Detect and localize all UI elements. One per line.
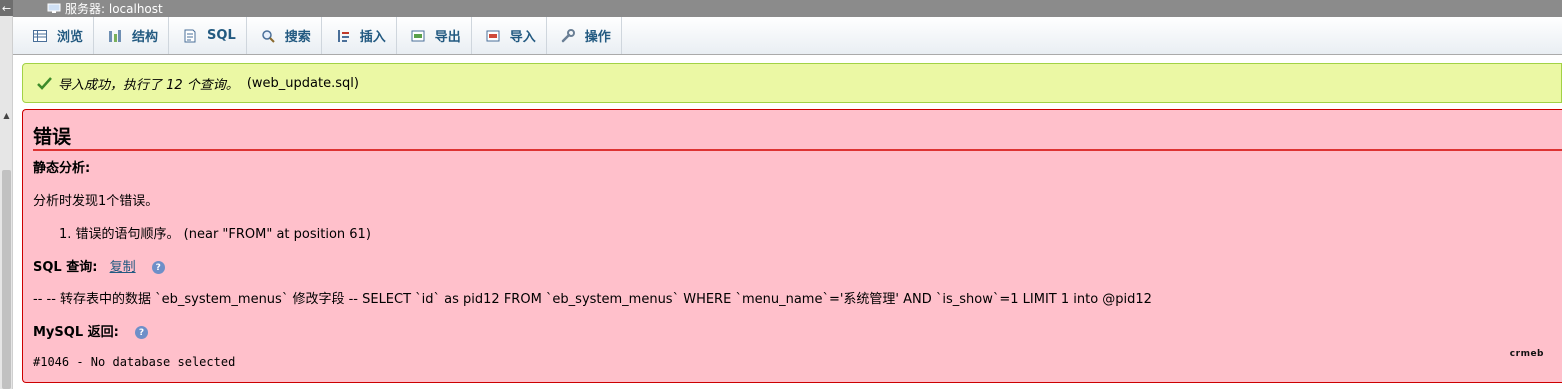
help-icon[interactable]: ? [134, 326, 148, 339]
static-analysis-heading: 静态分析: [33, 161, 91, 176]
tab-browse-label: 浏览 [57, 30, 84, 45]
tab-import[interactable]: 导入 [472, 17, 547, 54]
sql-query-label: SQL 查询: [33, 260, 98, 275]
success-file: (web_update.sql) [246, 75, 359, 91]
tab-search-label: 搜索 [284, 30, 311, 45]
structure-icon [106, 27, 124, 45]
tab-insert-label: 插入 [359, 30, 386, 45]
tab-export[interactable]: 导出 [397, 17, 472, 54]
left-scrollbar[interactable]: ← ▲ [0, 0, 13, 389]
wrench-icon [559, 27, 577, 45]
tab-structure[interactable]: 结构 [94, 17, 170, 54]
tab-browse[interactable]: 浏览 [19, 17, 95, 54]
sql-query-text: -- -- 转存表中的数据 `eb_system_menus` 修改字段 -- … [33, 292, 1152, 307]
error-panel: 错误 静态分析: 分析时发现1个错误。 1. 错误的语句顺序。 (near "F… [22, 109, 1562, 383]
tab-operations[interactable]: 操作 [547, 17, 622, 54]
tab-insert[interactable]: 插入 [322, 17, 397, 54]
error-divider [33, 149, 1562, 151]
help-icon[interactable]: ? [151, 261, 165, 274]
tab-operations-label: 操作 [584, 30, 611, 45]
crmeb-logo: crmeb [1509, 349, 1544, 359]
error-title: 错误 [33, 126, 72, 148]
scrollbar-thumb[interactable] [2, 170, 11, 389]
tab-export-label: 导出 [434, 30, 461, 45]
export-icon [409, 27, 427, 45]
server-label[interactable]: 服务器: localhost [65, 0, 163, 17]
server-breadcrumb: 服务器: localhost [13, 0, 1562, 17]
success-message: 导入成功，执行了 12 个查询。 [58, 77, 239, 93]
scroll-up-icon[interactable]: ▲ [0, 108, 13, 122]
error-list-item: 1. 错误的语句顺序。 (near "FROM" at position 61) [59, 227, 371, 242]
mysql-return-label: MySQL 返回: [33, 325, 119, 340]
main-toolbar: 浏览 结构 SQL 搜索 插入 导出 导入 操作 [13, 17, 1562, 55]
tab-structure-label: 结构 [132, 30, 159, 45]
success-notice: 导入成功，执行了 12 个查询。 (web_update.sql) [22, 63, 1562, 103]
insert-icon [334, 27, 352, 45]
tab-sql[interactable]: SQL [169, 17, 247, 54]
back-arrow-icon[interactable]: ← [0, 0, 13, 16]
import-icon [484, 27, 502, 45]
mysql-return-row: MySQL 返回: ? [33, 321, 148, 340]
browse-icon [31, 27, 49, 45]
tab-search[interactable]: 搜索 [247, 17, 322, 54]
tab-sql-label: SQL [207, 28, 236, 43]
server-icon [47, 3, 61, 14]
checkmark-icon [37, 76, 52, 90]
analysis-result-text: 分析时发现1个错误。 [33, 194, 159, 209]
sql-query-row: SQL 查询: 复制 ? [33, 256, 165, 275]
sql-icon [181, 27, 199, 45]
mysql-error-text: #1046 - No database selected [33, 355, 236, 369]
copy-link[interactable]: 复制 [110, 260, 136, 275]
search-icon [259, 27, 277, 45]
tab-import-label: 导入 [509, 30, 536, 45]
